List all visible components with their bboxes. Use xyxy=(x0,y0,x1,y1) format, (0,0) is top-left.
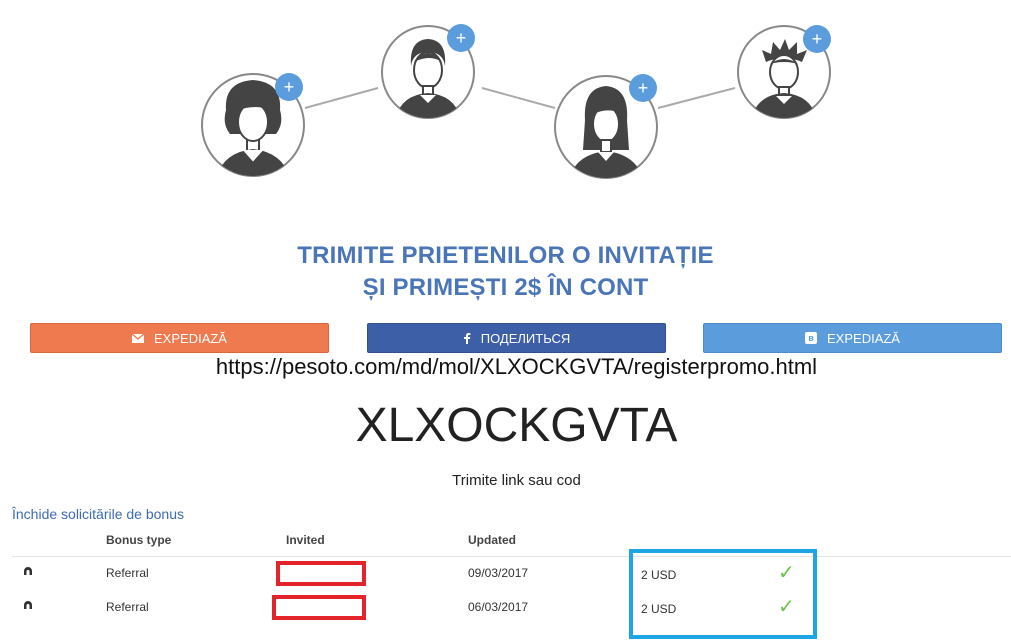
friends-network-illustration: + + + + xyxy=(201,24,831,179)
headline-line-2: ȘI PRIMEȘTI 2$ ÎN CONT xyxy=(362,274,649,301)
friend-avatar-1: + xyxy=(201,73,305,177)
facebook-icon xyxy=(463,332,471,344)
svg-text:+: + xyxy=(638,78,649,98)
table-row: Referral 09/03/2017 2 USD ✓ xyxy=(0,557,1011,591)
column-header-updated: Updated xyxy=(468,533,516,547)
svg-text:+: + xyxy=(456,28,467,48)
share-facebook-button[interactable]: ПОДЕЛИТЬСЯ xyxy=(367,323,666,353)
invited-redacted-box xyxy=(276,561,366,586)
invited-redacted-box xyxy=(272,595,366,620)
updated-date-cell: 09/03/2017 xyxy=(468,566,529,580)
updated-date-cell: 06/03/2017 xyxy=(468,600,529,614)
column-header-bonus-type: Bonus type xyxy=(106,533,172,547)
share-hint: Trimite link sau cod xyxy=(452,472,581,489)
promo-code[interactable]: XLXOCKGVTA xyxy=(0,398,1011,453)
friend-avatar-2: + xyxy=(381,24,475,119)
share-vk-label: EXPEDIAZĂ xyxy=(827,330,900,346)
vk-icon: в xyxy=(805,332,818,344)
share-email-button[interactable]: EXPEDIAZĂ xyxy=(30,323,329,353)
magnet-icon xyxy=(22,566,36,580)
svg-text:+: + xyxy=(284,77,295,97)
headline-line-1: TRIMITE PRIETENILOR O INVITAȚIE xyxy=(297,242,714,269)
envelope-icon xyxy=(132,333,145,343)
magnet-icon xyxy=(22,600,36,614)
column-header-invited: Invited xyxy=(286,533,325,547)
share-email-label: EXPEDIAZĂ xyxy=(154,330,227,346)
close-bonus-requests-link[interactable]: Închide solicitările de bonus xyxy=(12,506,184,522)
bonus-type-cell: Referral xyxy=(106,600,149,614)
bonus-type-cell: Referral xyxy=(106,566,149,580)
friend-avatar-3: + xyxy=(554,74,658,179)
svg-text:+: + xyxy=(812,29,823,49)
friend-avatar-4: + xyxy=(737,25,831,119)
table-row: Referral 06/03/2017 2 USD ✓ xyxy=(0,591,1011,625)
share-facebook-label: ПОДЕЛИТЬСЯ xyxy=(480,330,571,346)
amount-highlight-box xyxy=(629,549,817,639)
referral-link[interactable]: https://pesoto.com/md/mol/XLXOCKGVTA/reg… xyxy=(0,354,1011,380)
share-vk-button[interactable]: в EXPEDIAZĂ xyxy=(703,323,1002,353)
